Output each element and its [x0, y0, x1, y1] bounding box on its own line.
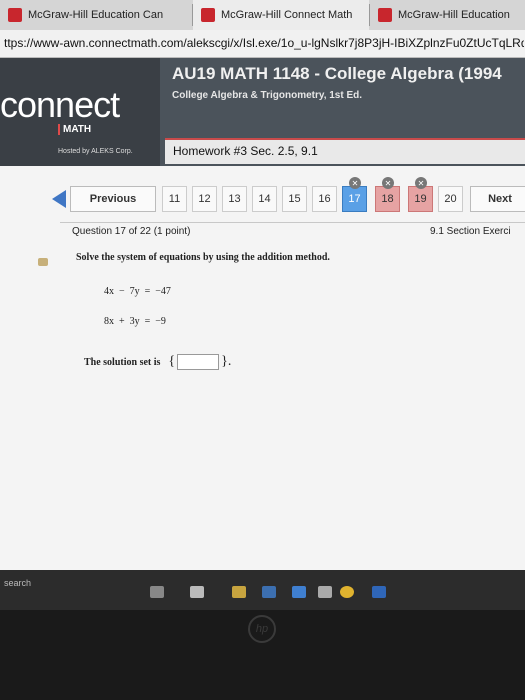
question-11-button[interactable]: 11 — [162, 186, 187, 212]
arrow-left-icon[interactable] — [52, 190, 66, 208]
question-number: 17 — [348, 193, 361, 205]
solution-label: The solution set is — [84, 356, 161, 368]
math-label: MATH — [58, 124, 91, 135]
question-16-button[interactable]: 16 — [312, 186, 337, 212]
brace-close: }. — [221, 354, 232, 369]
tab-label: McGraw-Hill Education — [398, 9, 510, 21]
course-title: AU19 MATH 1148 - College Algebra (1994 — [172, 64, 502, 83]
x-mark-icon: ✕ — [349, 177, 361, 189]
question-panel: Previous 11 12 13 14 15 16 ✕ 17 ✕ 18 ✕ 1… — [0, 166, 525, 570]
tab-label: McGraw-Hill Connect Math — [221, 9, 353, 21]
connect-logo: connect — [0, 84, 120, 125]
question-19-button[interactable]: ✕ 19 — [408, 177, 433, 212]
tab-label: McGraw-Hill Education Can — [28, 9, 164, 21]
homework-bar: Homework #3 Sec. 2.5, 9.1 — [165, 138, 525, 164]
x-mark-icon: ✕ — [415, 177, 427, 189]
mcgraw-hill-icon — [201, 8, 215, 22]
browser-tab-2[interactable]: McGraw-Hill Connect Math — [193, 0, 369, 30]
question-number: 18 — [381, 193, 394, 205]
mcgraw-hill-icon — [8, 8, 22, 22]
equation-1: 4x − 7y = −47 — [104, 286, 171, 297]
store-icon[interactable] — [262, 586, 276, 598]
solution-row: The solution set is { }. — [84, 354, 233, 370]
chrome-icon[interactable] — [340, 586, 354, 598]
logo-area: connect MATH Hosted by ALEKS Corp. — [0, 58, 160, 166]
equation-2: 8x + 3y = −9 — [104, 316, 166, 327]
browser-tab-1[interactable]: McGraw-Hill Education Can — [0, 0, 192, 30]
question-12-button[interactable]: 12 — [192, 186, 217, 212]
previous-button[interactable]: Previous — [70, 186, 156, 212]
homework-title: Homework #3 Sec. 2.5, 9.1 — [173, 144, 318, 158]
question-20-button[interactable]: 20 — [438, 186, 463, 212]
question-13-button[interactable]: 13 — [222, 186, 247, 212]
question-15-button[interactable]: 15 — [282, 186, 307, 212]
microphone-icon[interactable] — [150, 586, 164, 598]
app-icon[interactable] — [318, 586, 332, 598]
folder-icon[interactable] — [232, 586, 246, 598]
section-info: 9.1 Section Exerci — [430, 226, 511, 237]
taskbar-search[interactable]: search — [4, 578, 31, 588]
question-number: 19 — [414, 193, 427, 205]
mcgraw-hill-icon — [378, 8, 392, 22]
question-instruction: Solve the system of equations by using t… — [76, 252, 330, 263]
browser-tab-3[interactable]: McGraw-Hill Education — [370, 0, 525, 30]
url-text[interactable]: ttps://www-awn.connectmath.com/alekscgi/… — [4, 36, 524, 50]
address-bar[interactable]: ttps://www-awn.connectmath.com/alekscgi/… — [0, 30, 525, 58]
task-view-icon[interactable] — [190, 586, 204, 598]
mail-icon[interactable] — [292, 586, 306, 598]
question-17-button[interactable]: ✕ 17 — [342, 177, 367, 212]
word-icon[interactable] — [372, 586, 386, 598]
hosted-by-label: Hosted by ALEKS Corp. — [58, 148, 133, 155]
x-mark-icon: ✕ — [382, 177, 394, 189]
divider — [60, 222, 525, 223]
question-info: Question 17 of 22 (1 point) — [72, 226, 191, 237]
browser-tab-bar: McGraw-Hill Education Can McGraw-Hill Co… — [0, 0, 525, 30]
speaker-icon[interactable] — [38, 258, 48, 266]
hp-logo-icon: hp — [248, 615, 276, 643]
next-button[interactable]: Next — [470, 186, 525, 212]
brace-open: { — [168, 354, 176, 369]
connect-header: connect MATH Hosted by ALEKS Corp. AU19 … — [0, 58, 525, 166]
laptop-bezel: hp — [0, 610, 525, 700]
answer-input[interactable] — [177, 354, 220, 370]
course-subtitle: College Algebra & Trigonometry, 1st Ed. — [172, 90, 363, 101]
question-18-button[interactable]: ✕ 18 — [375, 177, 400, 212]
taskbar: search — [0, 570, 525, 610]
question-14-button[interactable]: 14 — [252, 186, 277, 212]
